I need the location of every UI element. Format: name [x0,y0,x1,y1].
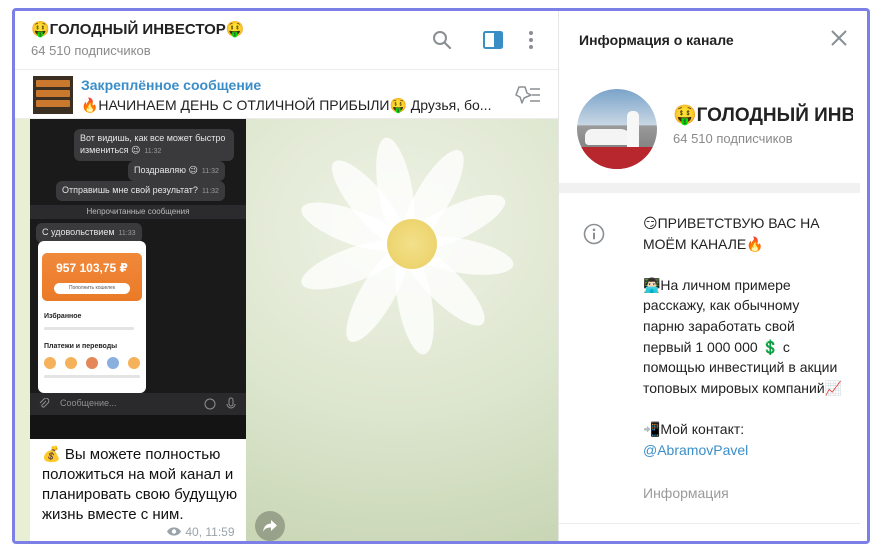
contact-link[interactable]: @AbramovPavel [643,440,843,461]
forward-icon[interactable] [255,511,285,541]
info-subscribers: 64 510 подписчиков [673,131,793,146]
pinned-label: Закреплённое сообщение [81,77,262,93]
screenshot-bubble: Отправишь мне свой результат? 11:32 [56,181,225,201]
info-icon [583,223,605,245]
description-body: 👨🏻‍💻На личном примере расскажу, как обыч… [643,276,843,396]
channel-avatar[interactable] [577,89,657,169]
sidebar-toggle-icon[interactable] [481,28,505,52]
channel-subscribers: 64 510 подписчиков [31,43,151,58]
chat-panel: 🤑ГОЛОДНЫЙ ИНВЕСТОР🤑 64 510 подписчиков З… [15,11,558,541]
description-greeting: 😏ПРИВЕТСТВУЮ ВАС НА МОЁМ КАНАЛЕ🔥 [643,215,820,252]
screenshot-input-bar: Сообщение... [30,393,246,415]
screenshot-bubble: Вот видишь, как все может быстро изменит… [74,129,234,161]
favorites-heading: Избранное [44,313,82,320]
balance-card: 957 103,75 ₽ Пополнить кошелек [42,253,142,301]
channel-description: 😏ПРИВЕТСТВУЮ ВАС НА МОЁМ КАНАЛЕ🔥 👨🏻‍💻На … [643,213,843,460]
pinned-message-bar[interactable]: Закреплённое сообщение 🔥НАЧИНАЕМ ДЕНЬ С … [15,69,558,119]
post-screenshot-image[interactable]: Вот видишь, как все может быстро изменит… [30,119,246,439]
post-meta: 40, 11:59 [166,525,235,539]
screenshot-bank-app: 957 103,75 ₽ Пополнить кошелек Избранное… [38,241,146,393]
post-views: 40 [185,525,199,539]
pinned-text: 🔥НАЧИНАЕМ ДЕНЬ С ОТЛИЧНОЙ ПРИБЫЛИ🤑 Друзь… [81,97,491,113]
info-channel-name: 🤑ГОЛОДНЫЙ ИНВЕСТОР🤑 [673,105,853,126]
post-caption: 💰 Вы можете полностью положиться на мой … [42,446,238,523]
section-divider [559,523,860,524]
more-vertical-icon[interactable] [519,28,543,52]
info-panel-title: Информация о канале [579,32,734,48]
balance-amount: 957 103,75 ₽ [56,261,128,275]
pinned-thumbnail [33,76,73,114]
channel-post[interactable]: Вот видишь, как все может быстро изменит… [30,119,246,541]
channel-title[interactable]: 🤑ГОЛОДНЫЙ ИНВЕСТОР🤑 [31,20,244,38]
search-icon[interactable] [430,28,454,52]
post-time: 11:59 [205,525,235,539]
payments-heading: Платежи и переводы [44,343,118,350]
chat-header[interactable]: 🤑ГОЛОДНЫЙ ИНВЕСТОР🤑 64 510 подписчиков [15,11,558,69]
screenshot-bubble: Поздравляю 😉 11:32 [128,161,225,181]
app-window: 🤑ГОЛОДНЫЙ ИНВЕСТОР🤑 64 510 подписчиков З… [12,8,870,544]
close-icon[interactable] [829,28,851,50]
topup-label: Пополнить кошелек [54,283,130,294]
screenshot-bubble: С удовольствием 11:33 [36,223,142,243]
info-footer-label: Информация [643,485,729,501]
screenshot-unread-divider: Непрочитанные сообщения [30,205,246,219]
contact-label: 📲Мой контакт: [643,420,745,437]
channel-info-panel: Информация о канале 🤑ГОЛОДНЫЙ ИНВЕСТОР🤑 … [558,11,867,541]
section-divider [559,183,860,193]
chat-background: Вот видишь, как все может быстро изменит… [15,119,558,541]
wallpaper-flower [295,134,535,358]
pinned-list-icon[interactable] [515,84,540,106]
